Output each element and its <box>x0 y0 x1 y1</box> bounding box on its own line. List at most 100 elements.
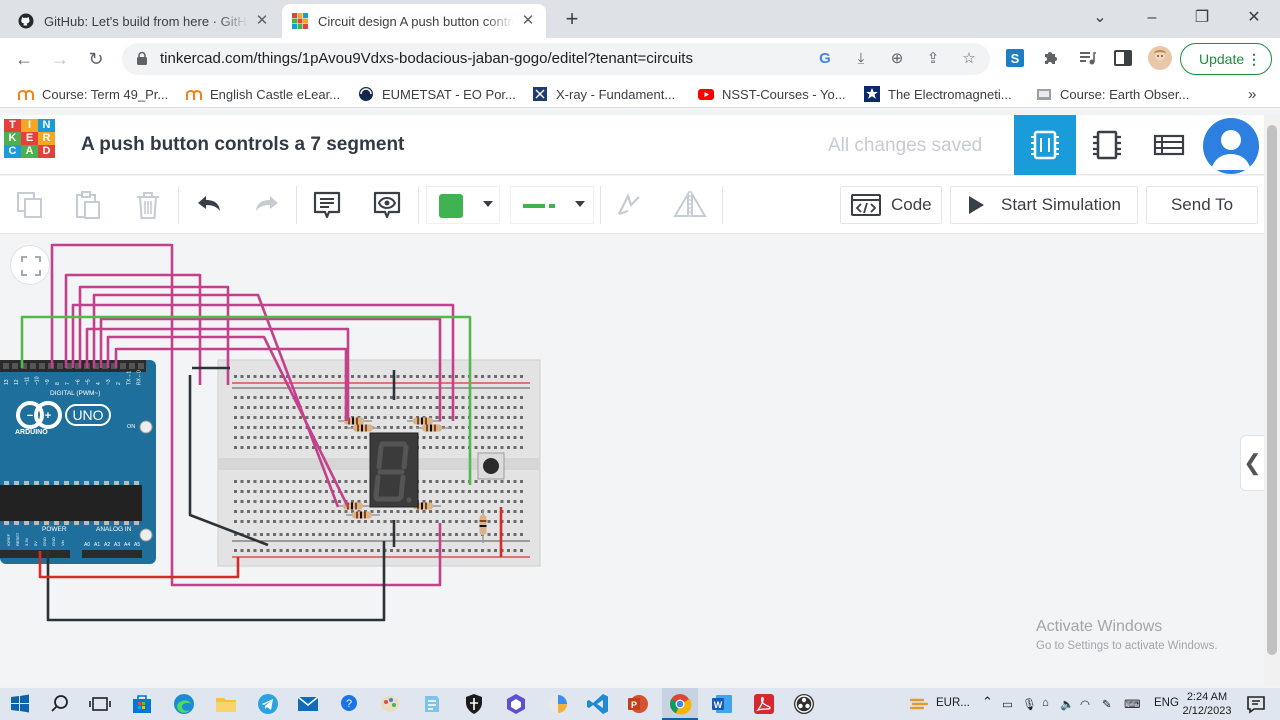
security-icon[interactable] <box>462 692 486 716</box>
search-icon[interactable] <box>48 692 72 716</box>
header-pin[interactable] <box>138 363 144 369</box>
word-icon[interactable]: W <box>710 692 734 716</box>
user-avatar[interactable] <box>1203 118 1259 174</box>
weather-icon[interactable] <box>908 692 932 716</box>
header-pin[interactable] <box>39 363 45 369</box>
microsoft-store-icon[interactable] <box>130 692 154 716</box>
weather-text[interactable]: EUR... <box>936 697 970 709</box>
rotate-icon[interactable] <box>614 190 644 220</box>
paste-icon[interactable] <box>73 190 103 220</box>
design-title[interactable]: A push button controls a 7 segment <box>81 134 404 156</box>
minimize-icon[interactable]: – <box>1140 6 1164 30</box>
more-bookmarks-icon[interactable]: » <box>1248 85 1256 103</box>
push-button[interactable] <box>477 452 505 480</box>
side-panel-icon[interactable] <box>1113 48 1133 68</box>
bookmark-item[interactable]: X-ray - Fundament... <box>532 85 675 103</box>
notifications-icon[interactable] <box>1244 692 1268 716</box>
back-icon[interactable]: ← <box>12 47 36 71</box>
acrobat-icon[interactable] <box>752 692 776 716</box>
language-indicator[interactable]: ENG <box>1154 697 1179 709</box>
component-list-button[interactable] <box>1138 115 1200 175</box>
bookmark-item[interactable]: NSST-Courses - Yo... <box>698 85 846 103</box>
bookmark-item[interactable]: English Castle eLear... <box>186 85 340 103</box>
powerpoint-icon[interactable]: P <box>626 692 650 716</box>
header-pin[interactable] <box>120 363 126 369</box>
code-button[interactable]: Code <box>840 186 942 224</box>
start-simulation-button[interactable]: Start Simulation <box>950 186 1138 224</box>
delete-icon[interactable] <box>133 190 163 220</box>
address-bar[interactable]: tinkercad.com/things/1pAvou9Vdxs-bodacio… <box>122 43 990 75</box>
send-to-button[interactable]: Send To <box>1146 186 1258 224</box>
seven-segment-display[interactable] <box>369 432 419 508</box>
network-icon[interactable]: ⌂ <box>1042 697 1049 709</box>
tab-github[interactable]: GitHub: Let's build from here · GitHub ✕ <box>8 4 280 38</box>
extensions-puzzle-icon[interactable] <box>1041 48 1061 68</box>
header-pin[interactable] <box>3 363 9 369</box>
close-tab-icon[interactable]: ✕ <box>520 13 536 29</box>
pen-icon[interactable]: ✎ <box>1102 697 1112 711</box>
mail-icon[interactable] <box>296 692 320 716</box>
zoom-icon[interactable]: ⊕ <box>888 50 906 68</box>
collapse-panel-icon[interactable]: ❮ <box>1240 435 1264 491</box>
notes-app-icon[interactable] <box>420 692 444 716</box>
media-controls-icon[interactable] <box>1077 48 1097 68</box>
copilot-app-icon[interactable] <box>504 692 528 716</box>
share-icon[interactable]: ⇪ <box>924 50 942 68</box>
obs-icon[interactable] <box>792 692 816 716</box>
help-icon[interactable]: ? <box>338 692 362 716</box>
header-pin[interactable] <box>129 363 135 369</box>
header-pin[interactable] <box>30 363 36 369</box>
wire-type-picker[interactable] <box>510 186 594 224</box>
new-tab-button[interactable]: + <box>560 8 584 32</box>
tab-tinkercad[interactable]: Circuit design A push button controls a … <box>282 4 546 38</box>
scrollbar-thumb[interactable] <box>1267 125 1277 655</box>
bookmark-item[interactable]: The Electromagneti... <box>864 85 1012 103</box>
task-view-icon[interactable] <box>88 692 112 716</box>
install-app-icon[interactable]: ⤓ <box>852 50 870 68</box>
visibility-notes-icon[interactable] <box>372 190 402 220</box>
show-hidden-icons-icon[interactable]: ⌃ <box>982 694 993 710</box>
profile-avatar-icon[interactable] <box>1148 46 1172 70</box>
copy-icon[interactable] <box>15 190 45 220</box>
wire-color-picker[interactable] <box>426 186 500 224</box>
undo-icon[interactable] <box>194 190 224 220</box>
microphone-icon[interactable]: 🎙 <box>1022 697 1037 711</box>
keyboard-icon[interactable]: ⌨ <box>1124 697 1141 711</box>
close-tab-icon[interactable]: ✕ <box>254 13 270 29</box>
page-scrollbar[interactable] <box>1264 115 1280 685</box>
circuit-view-button[interactable] <box>1014 115 1076 175</box>
tab-search-chevron-icon[interactable]: ⌄ <box>1088 6 1112 30</box>
google-lens-icon[interactable]: G <box>816 50 834 68</box>
photos-icon[interactable] <box>546 692 570 716</box>
vscode-icon[interactable] <box>586 692 610 716</box>
header-pin[interactable] <box>12 363 18 369</box>
bookmark-item[interactable]: Course: Term 49_Pr... <box>18 85 168 103</box>
close-window-icon[interactable]: ✕ <box>1242 6 1266 30</box>
bookmark-item[interactable]: Course: Earth Obser... <box>1036 85 1189 103</box>
wifi-icon[interactable]: ◠ <box>1080 697 1090 711</box>
schematic-view-button[interactable] <box>1076 115 1138 175</box>
flip-icon[interactable] <box>672 190 708 220</box>
chrome-taskbar-item[interactable] <box>662 688 698 720</box>
file-explorer-icon[interactable] <box>214 692 238 716</box>
paint-icon[interactable] <box>378 692 402 716</box>
restore-icon[interactable]: ❐ <box>1190 6 1214 30</box>
clock[interactable]: 2:24 AM 2/12/2023 <box>1180 690 1234 718</box>
edge-icon[interactable] <box>172 692 196 716</box>
extension-s-icon[interactable]: S <box>1005 48 1025 68</box>
battery-icon[interactable]: ▭ <box>1002 697 1013 711</box>
arduino-uno-board[interactable]: 13 12 ~11 ~10 ~9 8 7 ~6 ~5 4 ~3 2 TX→1 RX←0 DIGITAL (… <box>0 360 156 564</box>
reload-icon[interactable]: ↻ <box>84 47 108 71</box>
tinkercad-logo[interactable]: T I N K E R C A D <box>4 119 56 171</box>
bookmark-star-icon[interactable]: ☆ <box>960 50 978 68</box>
windows-start-icon[interactable] <box>8 692 32 716</box>
circuit-workspace[interactable]: 13 12 ~11 ~10 ~9 8 7 ~6 ~5 4 ~3 2 TX→1 RX←0 DIGITAL (… <box>0 235 1264 685</box>
volume-icon[interactable]: 🔈 <box>1060 697 1074 711</box>
telegram-icon[interactable] <box>256 692 280 716</box>
header-pin[interactable] <box>57 363 63 369</box>
bookmark-item[interactable]: EUMETSAT - EO Por... <box>358 85 516 103</box>
forward-icon[interactable]: → <box>48 47 72 71</box>
redo-icon[interactable] <box>252 190 282 220</box>
notes-icon[interactable] <box>312 190 342 220</box>
update-button[interactable]: Update ⋮ <box>1180 43 1272 75</box>
